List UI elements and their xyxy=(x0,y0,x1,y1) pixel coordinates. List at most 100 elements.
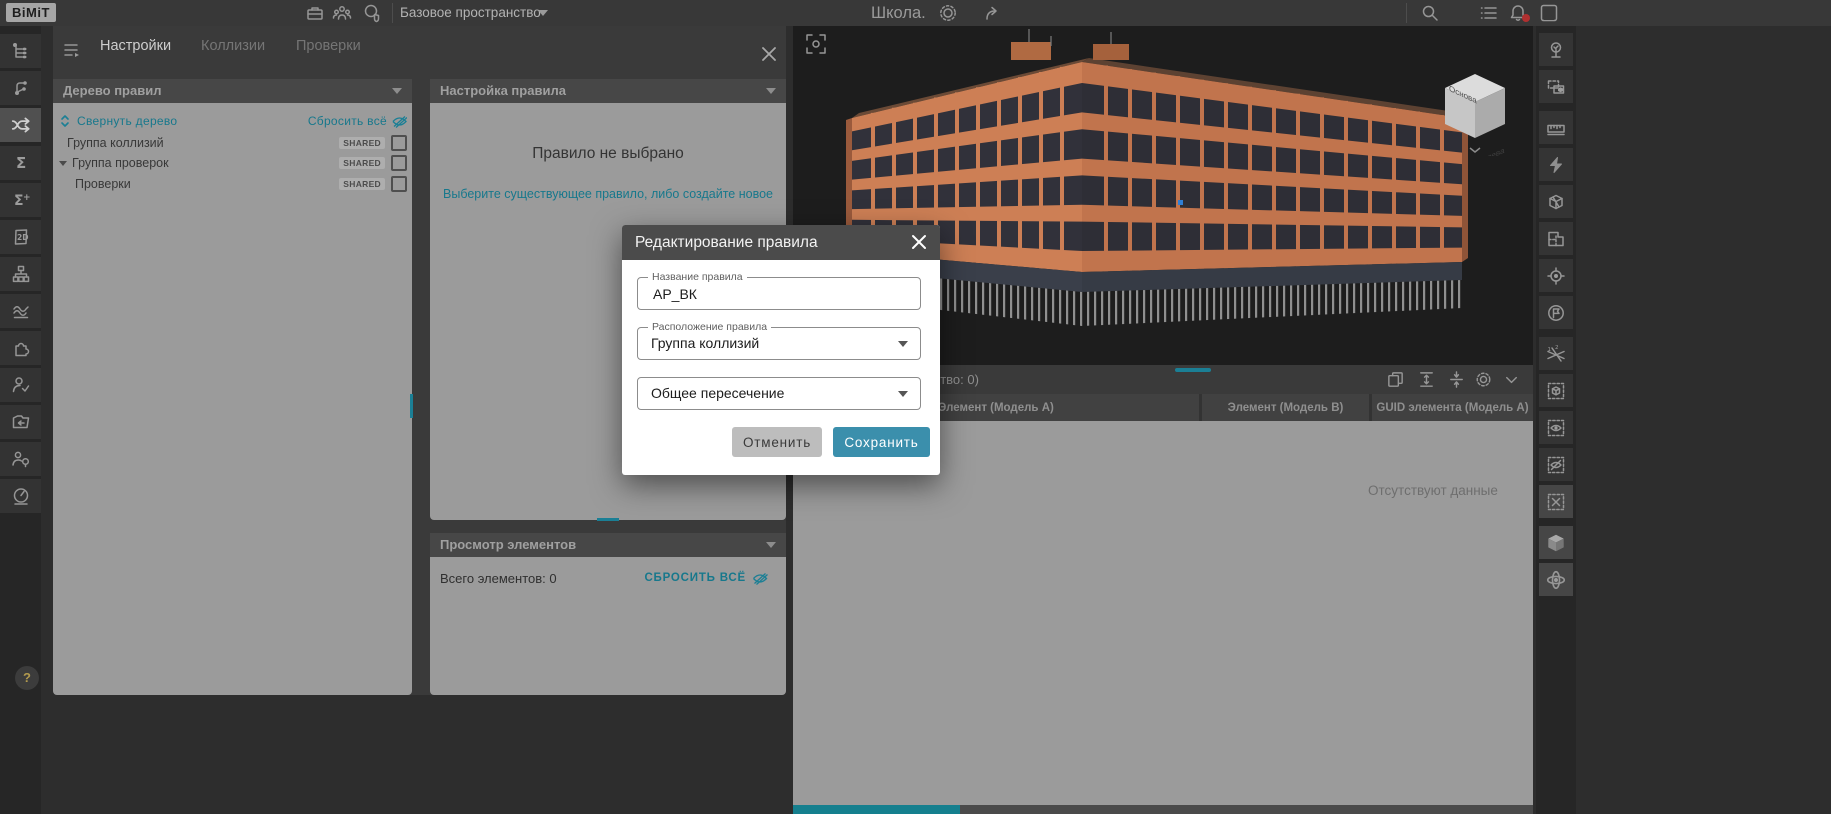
column-header-element-b[interactable]: Элемент (Модель B) xyxy=(1202,394,1369,421)
list-menu-icon[interactable] xyxy=(1479,3,1499,23)
search-icon[interactable] xyxy=(1420,3,1440,23)
rule-tree-collapse-caret-icon[interactable] xyxy=(392,88,402,94)
rule-type-select[interactable]: Общее пересечение xyxy=(637,377,921,410)
select-caret-icon[interactable] xyxy=(898,391,908,397)
tool-rule-tree[interactable] xyxy=(0,34,41,68)
elements-view-collapse-caret-icon[interactable] xyxy=(766,542,776,548)
tool-org-chart[interactable] xyxy=(0,257,41,291)
tool-locate[interactable] xyxy=(1539,259,1573,292)
cube-right-face-label: Слева xyxy=(1481,145,1505,156)
tool-sigma[interactable]: Σ xyxy=(0,146,41,180)
tool-flag[interactable] xyxy=(1539,296,1573,329)
tool-hide-eye[interactable] xyxy=(1539,448,1573,481)
panel-menu-icon[interactable] xyxy=(63,42,83,60)
expand-vertical-icon[interactable] xyxy=(1417,370,1436,389)
results-settings-gear-icon[interactable] xyxy=(1474,370,1493,389)
results-drag-handle[interactable] xyxy=(1175,368,1211,372)
reset-elements-link[interactable]: СБРОСИТЬ ВСЁ xyxy=(644,572,746,584)
tool-select-area[interactable] xyxy=(1539,70,1573,103)
tab-checks[interactable]: Проверки xyxy=(296,38,361,62)
tool-cube-dashed[interactable] xyxy=(1539,374,1573,407)
workspace-selector[interactable]: Базовое пространство xyxy=(400,0,541,26)
help-button[interactable]: ? xyxy=(15,666,39,690)
tool-sigma-add[interactable]: Σ + xyxy=(0,183,41,217)
tool-plugin[interactable] xyxy=(0,331,41,365)
tool-folder-import[interactable] xyxy=(0,405,41,439)
svg-text:Σ: Σ xyxy=(16,154,26,172)
tree-row-checks[interactable]: Проверки SHARED xyxy=(53,174,412,194)
reset-all-link[interactable]: Сбросить всё xyxy=(308,114,387,128)
rule-tree-body: Свернуть дерево Сбросить всё Группа колл… xyxy=(53,103,412,695)
column-header-guid-a[interactable]: GUID элемента (Модель А) xyxy=(1372,394,1533,421)
project-settings-gear-icon[interactable] xyxy=(938,3,958,23)
topbar-right-divider xyxy=(1406,3,1407,23)
svg-text:2D: 2D xyxy=(17,233,28,242)
rule-location-select[interactable]: Расположение правила Группа коллизий xyxy=(637,321,921,360)
bottom-scrollbar[interactable] xyxy=(793,805,1533,814)
tool-ruler[interactable] xyxy=(1539,111,1573,144)
eye-off-icon[interactable] xyxy=(392,115,407,128)
rule-name-input[interactable] xyxy=(651,278,885,311)
panel-chevron-down-icon[interactable] xyxy=(1502,370,1521,389)
tab-collisions[interactable]: Коллизии xyxy=(201,38,265,62)
tool-person-location[interactable] xyxy=(0,442,41,476)
tool-tree-view[interactable] xyxy=(1539,33,1573,66)
tree-row-collision-group[interactable]: Группа коллизий SHARED xyxy=(53,133,412,153)
top-bar: BiMiT Базовое пространство Школа. xyxy=(0,0,1831,26)
elements-view-body: Всего элементов: 0 СБРОСИТЬ ВСЁ xyxy=(430,557,786,695)
dialog-title: Редактирование правила xyxy=(635,234,818,251)
collapse-tree-link[interactable]: Свернуть дерево xyxy=(77,114,308,128)
tool-connections[interactable] xyxy=(0,71,41,105)
close-panel-icon[interactable] xyxy=(761,46,777,62)
tool-cube-solid[interactable] xyxy=(1539,526,1573,559)
navigation-cube[interactable]: Основа Слева xyxy=(1437,64,1513,156)
cube-caret-icon xyxy=(1469,147,1481,153)
rule-tree-header[interactable]: Дерево правил xyxy=(53,79,412,103)
rule-settings-header[interactable]: Настройка правила xyxy=(430,79,786,103)
tab-settings[interactable]: Настройки xyxy=(100,38,171,62)
save-button[interactable]: Сохранить xyxy=(833,427,930,457)
column-resize-handle[interactable] xyxy=(410,394,413,418)
tool-clear-selection[interactable] xyxy=(1539,485,1573,518)
select-caret-icon[interactable] xyxy=(898,341,908,347)
tool-axes-12[interactable]: 12 xyxy=(1539,337,1573,370)
rule-settings-collapse-caret-icon[interactable] xyxy=(766,88,776,94)
tool-show-eye[interactable] xyxy=(1539,411,1573,444)
tool-flash[interactable] xyxy=(1539,148,1573,181)
tree-item-label: Группа проверок xyxy=(72,156,169,170)
tree-row-check-group[interactable]: Группа проверок SHARED xyxy=(53,153,412,173)
workspace-caret-icon[interactable] xyxy=(538,10,548,16)
tool-cube-section[interactable] xyxy=(1539,185,1573,218)
expand-caret-icon[interactable] xyxy=(59,160,67,166)
eye-off-icon[interactable] xyxy=(752,572,768,585)
collapse-vertical-icon[interactable] xyxy=(1447,370,1466,389)
tree-item-checkbox[interactable] xyxy=(391,176,407,192)
viewport-select-icon[interactable] xyxy=(805,33,827,55)
elements-view-title: Просмотр элементов xyxy=(440,537,577,552)
rule-settings-title: Настройка правила xyxy=(440,83,566,98)
tool-person-check[interactable] xyxy=(0,368,41,402)
tool-collisions-shuffle[interactable] xyxy=(0,108,41,142)
shield-account-icon[interactable] xyxy=(362,3,382,23)
cancel-button[interactable]: Отменить xyxy=(732,427,822,457)
tool-orbit[interactable] xyxy=(1539,563,1573,596)
tool-sheet-2d[interactable]: 2D xyxy=(0,220,41,254)
expand-collapse-icon[interactable] xyxy=(60,114,70,128)
elements-view-header[interactable]: Просмотр элементов xyxy=(430,533,786,557)
app-logo[interactable]: BiMiT xyxy=(6,3,56,22)
account-icon[interactable] xyxy=(1539,3,1559,23)
panel-resize-handle[interactable] xyxy=(597,518,619,521)
copy-icon[interactable] xyxy=(1386,370,1405,389)
bottom-scrollbar-thumb[interactable] xyxy=(793,805,960,814)
dialog-close-icon[interactable] xyxy=(910,233,928,251)
tree-item-checkbox[interactable] xyxy=(391,135,407,151)
left-tool-rail: Σ Σ + 2D xyxy=(0,26,41,814)
share-icon[interactable] xyxy=(983,3,1003,23)
tool-floorplan[interactable] xyxy=(1539,222,1573,255)
tool-graphs[interactable] xyxy=(0,294,41,328)
tree-item-checkbox[interactable] xyxy=(391,155,407,171)
team-icon[interactable] xyxy=(332,3,352,23)
tool-gauge[interactable] xyxy=(0,479,41,513)
select-or-create-rule-link[interactable]: Выберите существующее правило, либо созд… xyxy=(430,187,786,201)
portfolio-icon[interactable] xyxy=(305,3,325,23)
